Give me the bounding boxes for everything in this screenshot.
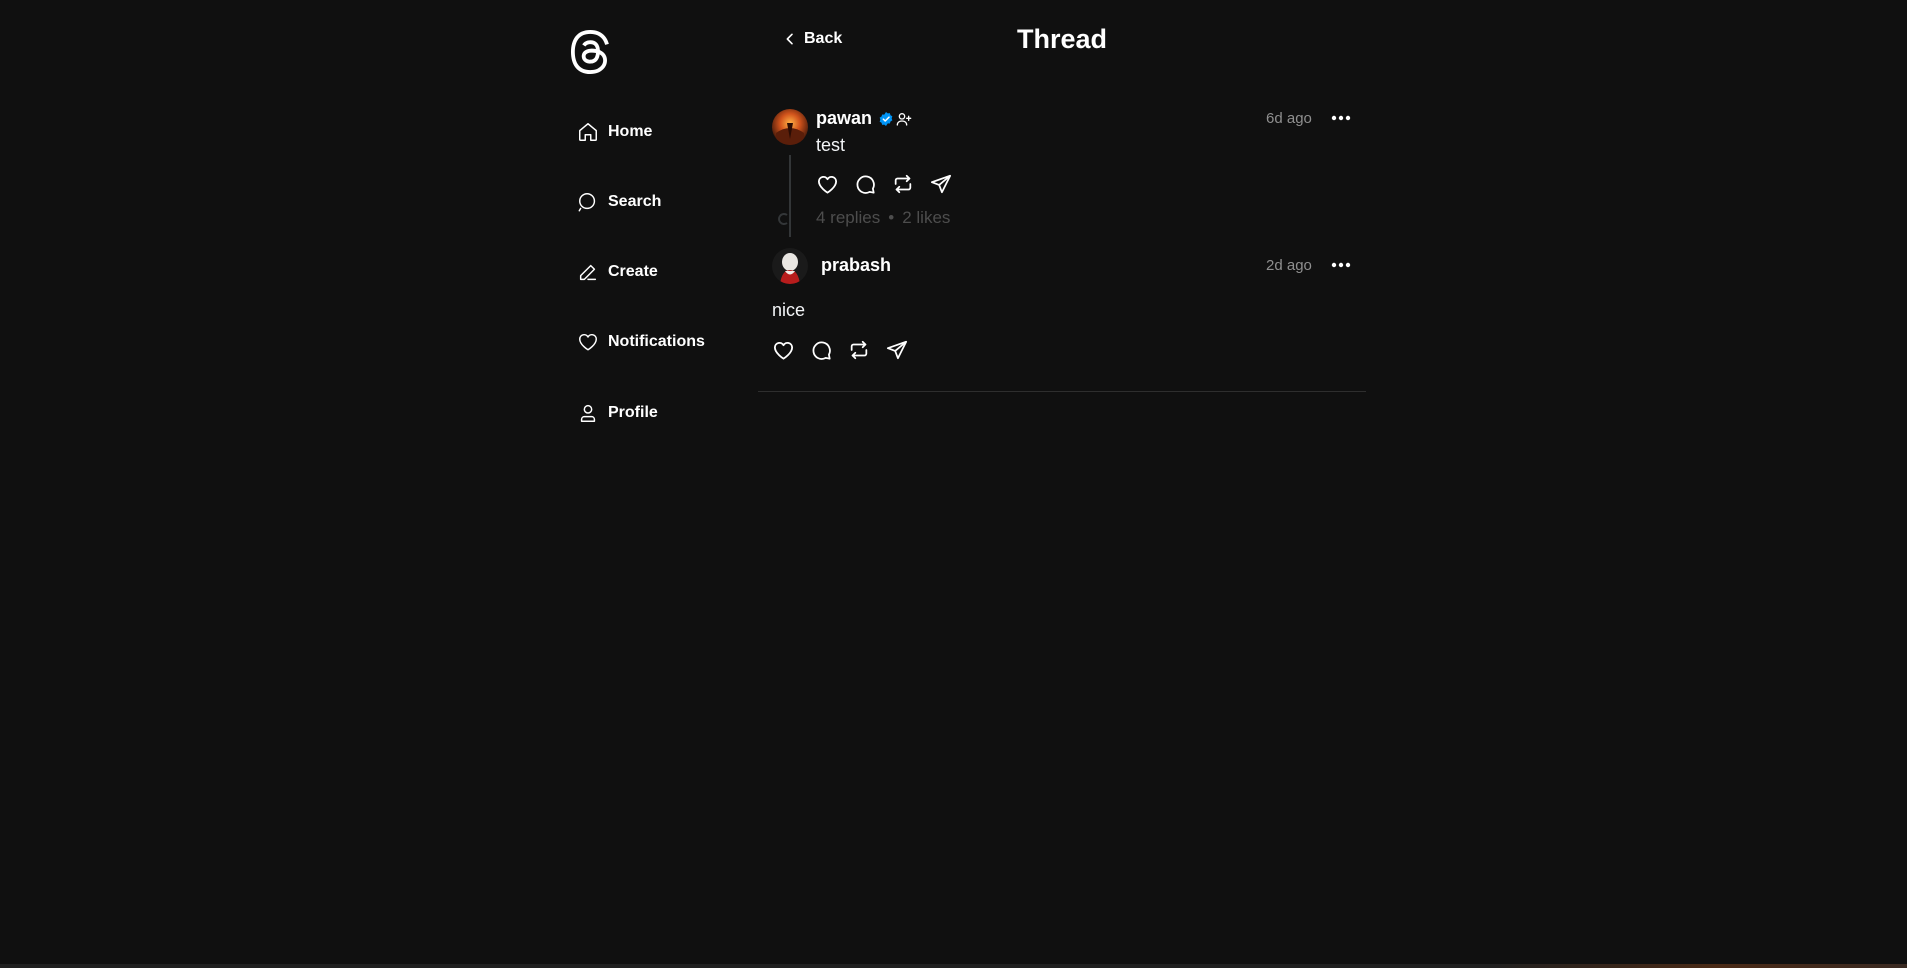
replies-count[interactable]: 4 replies xyxy=(816,208,880,227)
page-title: Thread xyxy=(1016,24,1108,54)
page: Home Search Create Notifications Profile xyxy=(0,0,1907,968)
sidebar-item-label: Notifications xyxy=(608,333,705,350)
thread-divider xyxy=(758,391,1366,392)
avatar[interactable] xyxy=(772,248,808,284)
avatar[interactable] xyxy=(772,109,808,145)
user-icon xyxy=(576,401,600,425)
threads-logo-icon[interactable] xyxy=(568,30,612,76)
reply-text: nice xyxy=(772,300,806,320)
sidebar-item-label: Search xyxy=(608,193,662,210)
thread-line xyxy=(789,155,791,237)
sidebar-item-search[interactable]: Search xyxy=(576,190,661,214)
post-actions xyxy=(815,172,953,196)
sidebar-item-label: Create xyxy=(608,263,658,280)
sidebar-item-notifications[interactable]: Notifications xyxy=(576,330,705,354)
likes-count[interactable]: 2 likes xyxy=(902,208,950,227)
reply-username[interactable]: prabash xyxy=(821,255,891,276)
pencil-icon xyxy=(576,260,600,284)
heart-icon xyxy=(576,330,600,354)
back-button[interactable]: Back xyxy=(782,30,842,48)
share-icon[interactable] xyxy=(885,338,909,362)
verified-badge-icon xyxy=(878,111,894,127)
thread-loop-icon xyxy=(774,212,788,226)
post-stats: 4 replies • 2 likes xyxy=(816,208,950,228)
reply-actions xyxy=(771,338,909,362)
more-options-icon[interactable] xyxy=(1329,257,1353,273)
bottom-edge xyxy=(0,964,1907,968)
post-timestamp: 6d ago xyxy=(1266,110,1312,127)
like-icon[interactable] xyxy=(815,172,839,196)
like-icon[interactable] xyxy=(771,338,795,362)
more-options-icon[interactable] xyxy=(1329,110,1353,126)
back-label: Back xyxy=(804,30,843,47)
repost-icon[interactable] xyxy=(847,338,871,362)
sidebar-item-home[interactable]: Home xyxy=(576,120,652,144)
post-text: test xyxy=(816,135,846,155)
repost-icon[interactable] xyxy=(891,172,915,196)
comment-icon[interactable] xyxy=(853,172,877,196)
sidebar-item-label: Profile xyxy=(608,404,658,421)
share-icon[interactable] xyxy=(929,172,953,196)
search-icon xyxy=(576,190,600,214)
chevron-left-icon xyxy=(782,31,798,47)
stats-separator: • xyxy=(888,208,895,227)
sidebar-item-create[interactable]: Create xyxy=(576,260,658,284)
follow-user-icon[interactable] xyxy=(896,111,912,127)
home-icon xyxy=(576,120,600,144)
sidebar-item-profile[interactable]: Profile xyxy=(576,401,658,425)
sidebar-item-label: Home xyxy=(608,123,653,140)
reply-timestamp: 2d ago xyxy=(1266,257,1312,274)
comment-icon[interactable] xyxy=(809,338,833,362)
post-username[interactable]: pawan xyxy=(816,108,872,129)
